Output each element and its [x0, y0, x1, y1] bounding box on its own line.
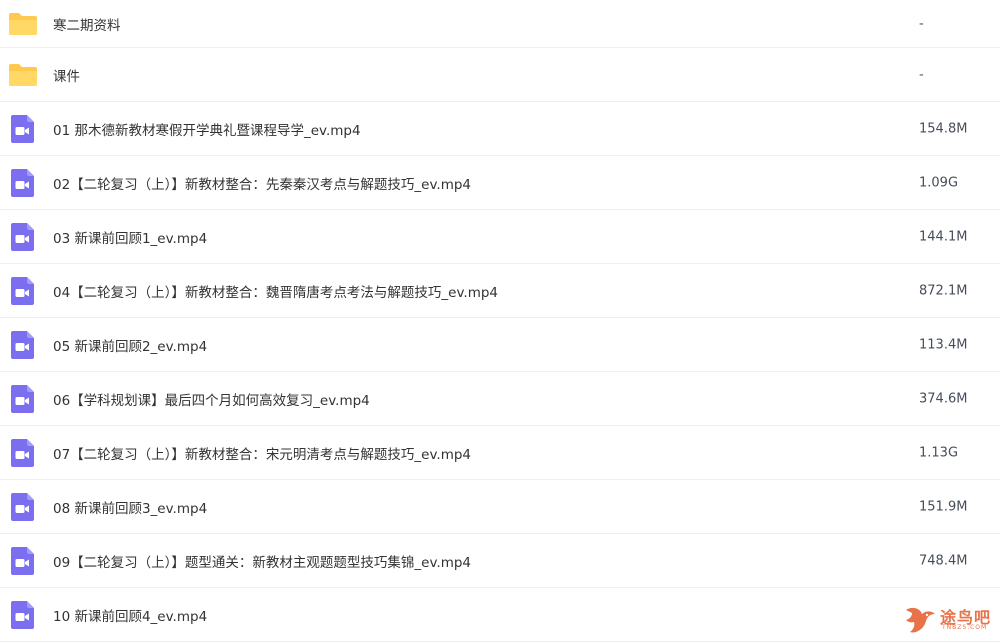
file-size: 113.4M [919, 337, 968, 352]
file-size: 748.4M [919, 553, 968, 568]
folder-icon [8, 9, 38, 39]
file-name: 09【二轮复习（上）】题型通关：新教材主观题题型技巧集锦_ev.mp4 [53, 554, 472, 571]
video-file-icon [8, 600, 38, 630]
list-item[interactable]: 01 那木德新教材寒假开学典礼暨课程导学_ev.mp4 154.8M [0, 102, 1000, 156]
list-item[interactable]: 05 新课前回顾2_ev.mp4 113.4M [0, 318, 1000, 372]
list-item[interactable]: 09【二轮复习（上）】题型通关：新教材主观题题型技巧集锦_ev.mp4 748.… [0, 534, 1000, 588]
watermark: 途鸟吧 TNBZS.COM [898, 600, 998, 638]
list-item[interactable]: 10 新课前回顾4_ev.mp4 [0, 588, 1000, 642]
file-size: 1.13G [919, 445, 959, 460]
file-name: 06【学科规划课】最后四个月如何高效复习_ev.mp4 [53, 392, 370, 409]
video-file-icon [8, 222, 38, 252]
file-name: 10 新课前回顾4_ev.mp4 [53, 608, 208, 625]
file-name: 05 新课前回顾2_ev.mp4 [53, 338, 208, 355]
list-item[interactable]: 寒二期资料 - [0, 0, 1000, 48]
file-size: 872.1M [919, 283, 968, 298]
video-file-icon [8, 168, 38, 198]
file-name: 02【二轮复习（上）】新教材整合：先秦秦汉考点与解题技巧_ev.mp4 [53, 176, 472, 193]
list-item[interactable]: 07【二轮复习（上）】新教材整合：宋元明清考点与解题技巧_ev.mp4 1.13… [0, 426, 1000, 480]
video-file-icon [8, 384, 38, 414]
video-file-icon [8, 546, 38, 576]
list-item[interactable]: 课件 - [0, 48, 1000, 102]
list-item[interactable]: 02【二轮复习（上）】新教材整合：先秦秦汉考点与解题技巧_ev.mp4 1.09… [0, 156, 1000, 210]
file-size: 154.8M [919, 121, 968, 136]
list-item[interactable]: 06【学科规划课】最后四个月如何高效复习_ev.mp4 374.6M [0, 372, 1000, 426]
file-list: 寒二期资料 - 课件 - 01 那木德新教材寒假开学典礼暨课程导学_ev.mp4… [0, 0, 1000, 642]
video-file-icon [8, 276, 38, 306]
file-size: 374.6M [919, 391, 968, 406]
file-size: 1.09G [919, 175, 959, 190]
file-size: 151.9M [919, 499, 968, 514]
video-file-icon [8, 492, 38, 522]
video-file-icon [8, 330, 38, 360]
file-name: 课件 [53, 68, 80, 85]
list-item[interactable]: 04【二轮复习（上）】新教材整合：魏晋隋唐考点考法与解题技巧_ev.mp4 87… [0, 264, 1000, 318]
file-size: - [919, 67, 924, 82]
folder-icon [8, 60, 38, 90]
list-item[interactable]: 03 新课前回顾1_ev.mp4 144.1M [0, 210, 1000, 264]
file-name: 03 新课前回顾1_ev.mp4 [53, 230, 208, 247]
file-name: 04【二轮复习（上）】新教材整合：魏晋隋唐考点考法与解题技巧_ev.mp4 [53, 284, 499, 301]
file-size: - [919, 16, 924, 31]
video-file-icon [8, 438, 38, 468]
bird-logo-icon [902, 602, 938, 640]
list-item[interactable]: 08 新课前回顾3_ev.mp4 151.9M [0, 480, 1000, 534]
file-size: 144.1M [919, 229, 968, 244]
file-name: 寒二期资料 [53, 17, 121, 34]
file-name: 07【二轮复习（上）】新教材整合：宋元明清考点与解题技巧_ev.mp4 [53, 446, 472, 463]
file-name: 08 新课前回顾3_ev.mp4 [53, 500, 208, 517]
video-file-icon [8, 114, 38, 144]
file-name: 01 那木德新教材寒假开学典礼暨课程导学_ev.mp4 [53, 122, 361, 139]
watermark-subtext: TNBZS.COM [942, 624, 988, 631]
